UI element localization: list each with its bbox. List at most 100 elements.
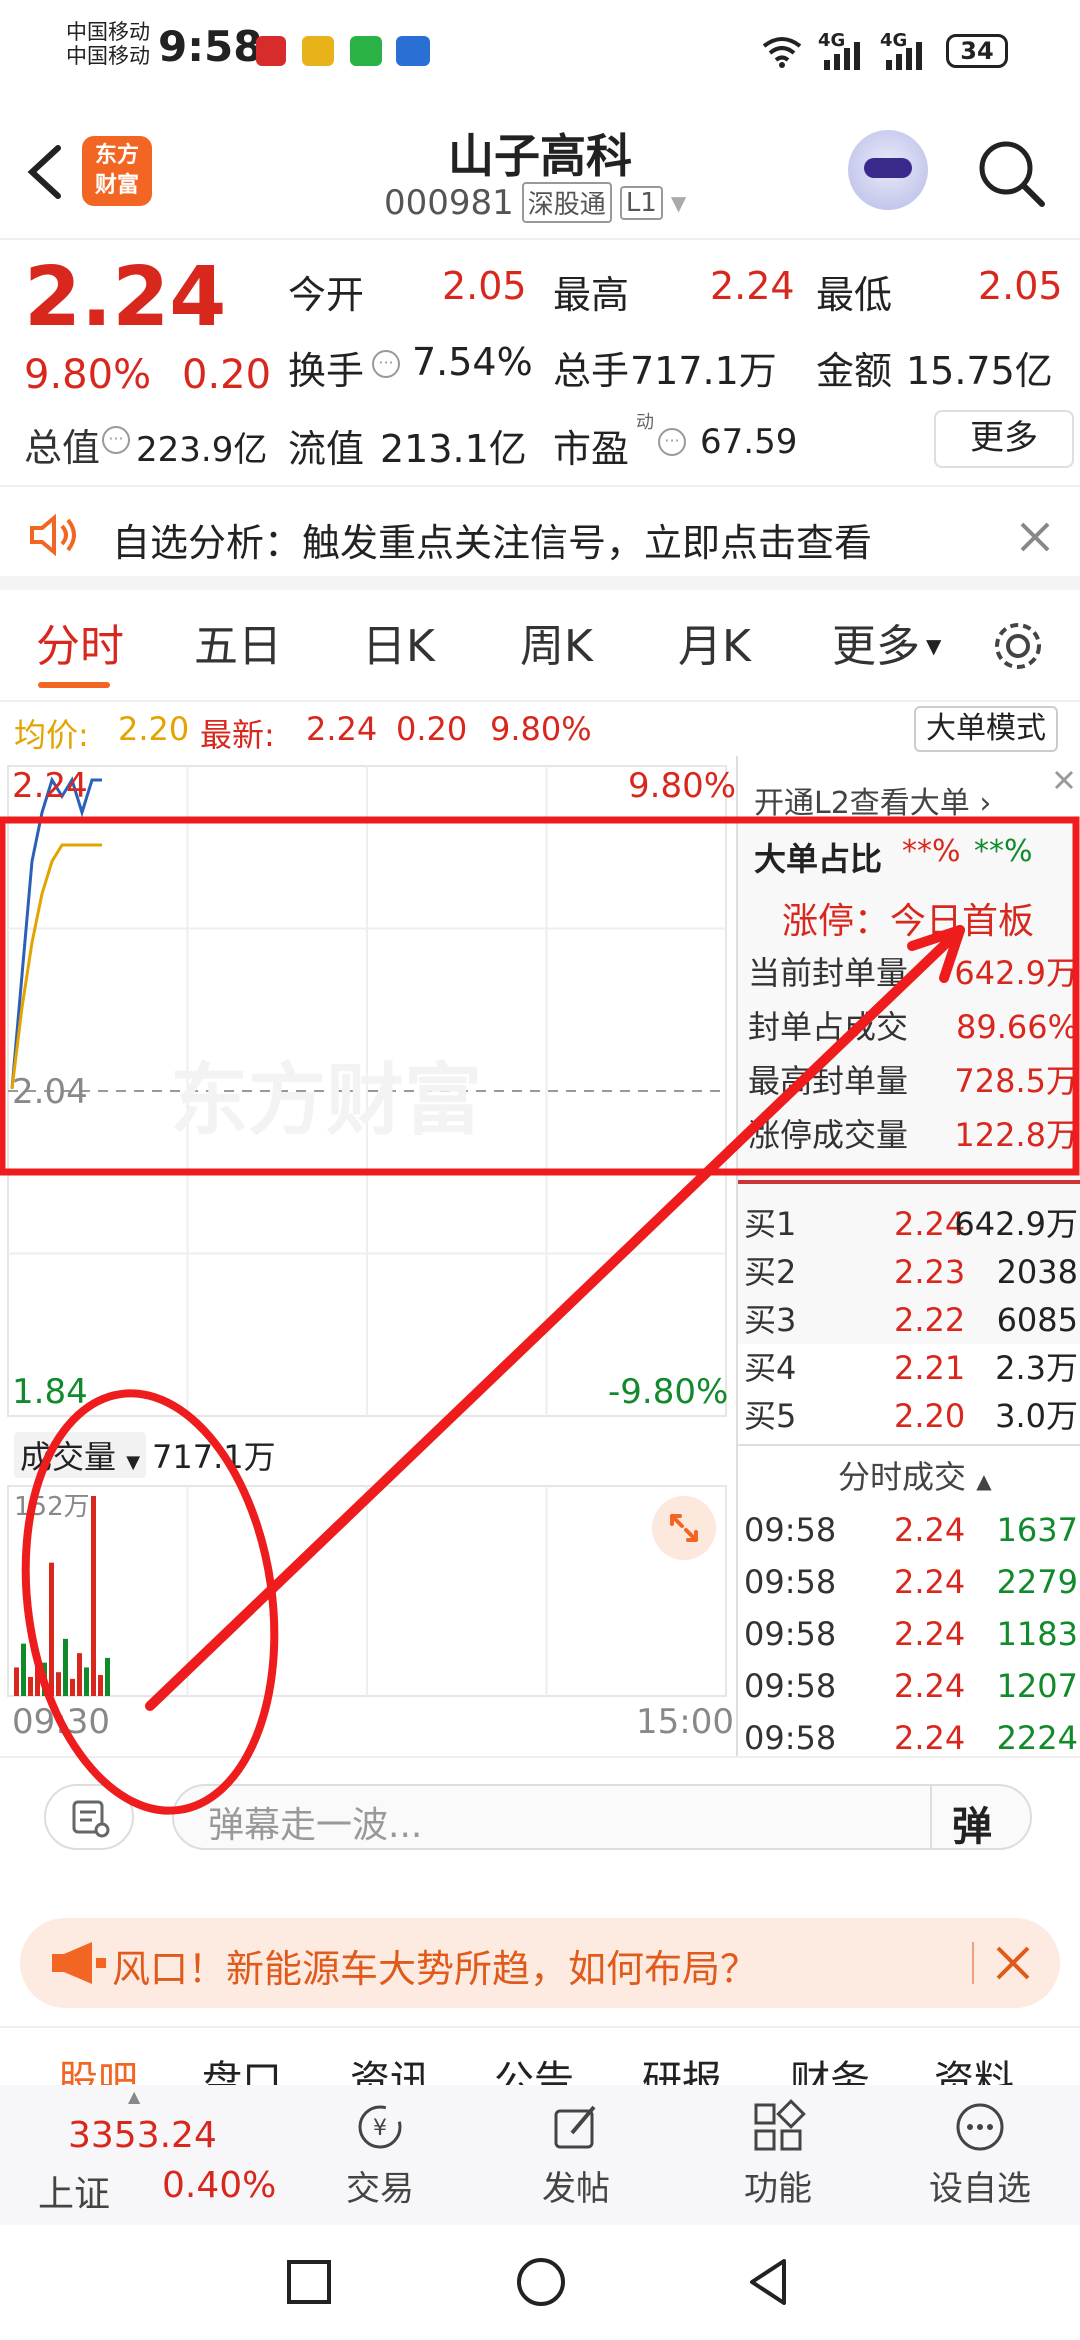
search-icon[interactable] (974, 136, 1048, 210)
huawei-app-icon (256, 36, 286, 66)
tab-weekly-k[interactable]: 周K (520, 592, 593, 702)
ticks-title[interactable]: 分时成交 ▲ (838, 1452, 992, 1498)
danmu-input[interactable]: 弹幕走一波... 弹 (172, 1784, 1032, 1850)
tick-row-p: 2.24 (894, 1563, 966, 1601)
open-value: 2.05 (442, 264, 527, 308)
recents-icon[interactable] (284, 2257, 334, 2307)
carrier-1: 中国移动 (66, 20, 150, 44)
pe-value: 67.59 (700, 422, 798, 462)
subtab-finance[interactable]: 财务 (790, 2048, 870, 2086)
volume-bar (35, 1657, 40, 1696)
subtab-notices[interactable]: 公告 (494, 2048, 574, 2086)
stock-code-row: 000981 深股通 L1 ▼ (384, 182, 686, 223)
total-cap-value: 223.9亿 (136, 430, 268, 470)
latest-label: 最新: (200, 716, 275, 754)
tick-row-p: 2.24 (894, 1511, 966, 1549)
svg-text:¥: ¥ (373, 2116, 387, 2141)
turnover-info-icon[interactable]: ··· (372, 350, 400, 378)
change-amount: 0.20 (182, 352, 272, 398)
more-dots-icon (956, 2103, 1004, 2151)
limit-stat-row: 封单占成交 89.66% (748, 1000, 1078, 1054)
robot-assistant-avatar[interactable] (848, 130, 928, 210)
big-sell-pct: **% (974, 834, 1033, 869)
nav-trade[interactable]: ¥ 交易 (330, 2085, 430, 2225)
danmu-placeholder: 弹幕走一波... (208, 1805, 423, 1846)
home-icon[interactable] (514, 2255, 568, 2309)
tab-daily-k[interactable]: 日K (362, 592, 435, 702)
limit-stat-row-k: 当前封单量 (748, 954, 909, 992)
nav-add-watchlist-label: 设自选 (929, 2169, 1031, 2209)
volume-selector[interactable]: 成交量 ▼ (14, 1432, 147, 1478)
float-cap-value: 213.1亿 (380, 427, 527, 471)
promo-banner[interactable]: 风口！新能源车大势所趋，如何布局？ (20, 1918, 1060, 2008)
volume-bar (70, 1678, 75, 1696)
low-value: 2.05 (978, 264, 1063, 308)
clock: 9:58 (158, 22, 263, 71)
bid-row-k: 买5 (744, 1397, 797, 1435)
danmu-settings-icon[interactable] (44, 1784, 134, 1850)
total-cap-label: 总值 (24, 426, 101, 470)
alert-bar[interactable]: 自选分析：触发重点关注信号，立即点击查看 (0, 490, 1080, 590)
bid-divider (738, 1444, 1080, 1446)
stock-code: 000981 (384, 182, 514, 223)
banner-text: 风口！新能源车大势所趋，如何布局？ (112, 1947, 759, 1991)
volume-bar (21, 1643, 26, 1696)
hk-connect-badge: 深股通 (521, 182, 612, 223)
weibo-app-icon (302, 36, 334, 66)
expand-icon[interactable] (652, 1496, 716, 1560)
tick-row: 09:58 2.24 1207 (744, 1660, 1078, 1712)
subtab-news[interactable]: 资讯 (350, 2048, 430, 2086)
subtab-research[interactable]: 研报 (642, 2048, 722, 2086)
amount-label: 金额 (816, 349, 893, 393)
signal-1-icon (824, 42, 860, 70)
bid-row-p: 2.23 (894, 1253, 966, 1291)
back-triangle-icon[interactable] (744, 2255, 794, 2309)
nav-add-watchlist[interactable]: 设自选 (920, 2085, 1040, 2225)
turnover-label: 换手 (288, 349, 365, 393)
more-button[interactable]: 更多 (934, 410, 1074, 468)
system-nav (0, 2225, 1080, 2340)
avg-price-line (10, 843, 102, 1089)
chart-info-row: 均价: 2.20 最新: 2.24 0.20 9.80% 大单模式 (0, 704, 1080, 756)
tab-monthly-k[interactable]: 月K (678, 592, 751, 702)
bid-row-p: 2.20 (894, 1397, 966, 1435)
big-buy-pct: **% (902, 834, 961, 869)
nav-functions-label: 功能 (744, 2169, 812, 2209)
index-ticker[interactable]: ▲ 3353.24 上证 0.40% (0, 2085, 300, 2225)
banner-close-icon[interactable] (994, 1944, 1032, 1982)
bid-row: 买5 2.20 3.0万 (744, 1392, 1078, 1440)
l2-promo-link[interactable]: 开通L2查看大单 › (754, 778, 991, 822)
chevron-down-icon[interactable]: ▼ (671, 191, 686, 215)
tick-list: 09:58 2.24 1637 09:58 2.24 2279 09:58 2.24 1183 0… (744, 1504, 1078, 1764)
tick-row-p: 2.24 (894, 1615, 966, 1653)
promo-close-icon[interactable] (1050, 766, 1078, 794)
tick-row-t: 09:58 (744, 1511, 837, 1549)
nav-functions[interactable]: 功能 (728, 2085, 828, 2225)
nav-post[interactable]: 发帖 (526, 2085, 626, 2225)
volume-value: 717.1万 (630, 349, 777, 393)
subtab-pankou[interactable]: 盘口 (202, 2048, 282, 2086)
tab-more[interactable]: 更多 (832, 592, 920, 702)
limit-stat-row-v: 642.9万 (954, 954, 1078, 992)
tab-five-day[interactable]: 五日 (194, 592, 282, 702)
bid-row: 买4 2.21 2.3万 (744, 1344, 1078, 1392)
edit-icon (554, 2105, 596, 2149)
gear-icon[interactable] (990, 618, 1046, 674)
speaker-icon (30, 513, 76, 557)
volume-bar (56, 1672, 61, 1696)
subtab-guba[interactable]: 股吧 (58, 2048, 138, 2086)
subtab-profile[interactable]: 资料 (934, 2048, 1014, 2086)
tick-row-v: 1183 (996, 1615, 1078, 1653)
pct-bottom-label: -9.80% (608, 1372, 729, 1412)
amount-value: 15.75亿 (906, 349, 1053, 393)
big-order-mode-button[interactable]: 大单模式 (914, 706, 1058, 752)
danmu-send-button[interactable]: 弹 (952, 1794, 992, 1852)
order-panel: 开通L2查看大单 › 大单占比 **% **% 涨停：今日首板 当前封单量 642… (736, 756, 1080, 1757)
close-icon[interactable] (1018, 520, 1052, 554)
info-icon[interactable]: ··· (102, 426, 130, 454)
caret-up-icon: ▲ (128, 2087, 141, 2106)
pe-info-icon[interactable]: ··· (658, 428, 686, 456)
danmu-bar: 弹幕走一波... 弹 (0, 1756, 1080, 1868)
low-label: 最低 (816, 273, 893, 317)
intraday-chart[interactable]: 2.24 9.80% 2.04 东方财富 1.84 -9.80% 成交量 ▼ 7… (0, 756, 736, 1756)
